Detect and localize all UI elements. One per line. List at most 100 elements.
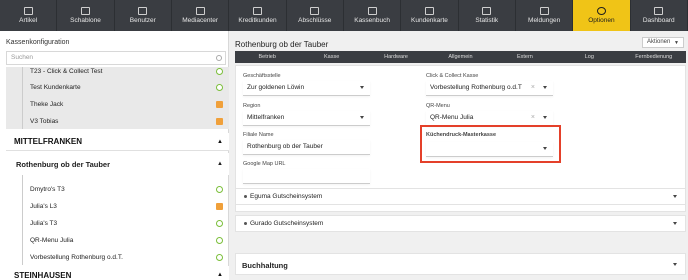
- nav-item-label: Benutzer: [129, 17, 156, 24]
- list-item-label: Julia's L3: [30, 202, 57, 210]
- list-item-label: Vorbestellung Rothenburg o.d.T.: [30, 253, 123, 261]
- nav-item-abschl-sse[interactable]: Abschlüsse: [287, 0, 344, 31]
- nav-item-label: Statistik: [475, 17, 499, 24]
- tab-kasse[interactable]: Kasse: [299, 51, 363, 63]
- report-icon: [310, 7, 320, 15]
- qr-menu-label: QR-Menu: [426, 103, 450, 109]
- click-collect-label: Click & Collect Kasse: [426, 73, 479, 79]
- filiale-name-input[interactable]: Rothenburg ob der Tauber: [243, 140, 370, 155]
- click-collect-value: Vorbestellung Rothenburg o.d.T: [430, 84, 522, 91]
- list-item-label: QR-Menu Julia: [30, 236, 74, 244]
- nav-item-optionen[interactable]: Optionen: [573, 0, 631, 31]
- nav-item-schablone[interactable]: Schablone: [57, 0, 115, 31]
- filiale-name-label: Filiale Name: [243, 132, 274, 138]
- chevron-down-icon: [673, 222, 677, 225]
- bullet-icon: [244, 195, 247, 198]
- sidebar-title: Kassenkonfiguration: [6, 39, 70, 46]
- caret-up-icon: ▲: [217, 272, 223, 278]
- nav-item-label: Abschlüsse: [298, 17, 332, 24]
- status-circle-icon: [216, 253, 223, 261]
- page-title: Rothenburg ob der Tauber: [235, 40, 329, 49]
- list-item[interactable]: Vorbestellung Rothenburg o.d.T.: [0, 247, 229, 267]
- tab-hardware[interactable]: Hardware: [364, 51, 428, 63]
- nav-item-kassenbuch[interactable]: Kassenbuch: [344, 0, 402, 31]
- nav-item-kundenkarte[interactable]: Kundenkarte: [401, 0, 459, 31]
- nav-item-label: Kundenkarte: [411, 17, 448, 24]
- message-icon: [539, 7, 549, 15]
- clear-icon[interactable]: ×: [531, 111, 535, 125]
- list-item-label: Julia's T3: [30, 219, 58, 227]
- tab-bar: Betrieb Kasse Hardware Allgemein Extern …: [235, 51, 686, 63]
- tab-allgemein[interactable]: Allgemein: [428, 51, 492, 63]
- tag-icon: [23, 7, 33, 15]
- buchhaltung-section[interactable]: Buchhaltung: [235, 253, 686, 275]
- nav-item-label: Schablone: [70, 17, 101, 24]
- card-icon: [424, 7, 434, 15]
- filiale-name-value: Rothenburg ob der Tauber: [247, 143, 323, 150]
- clear-icon[interactable]: ×: [531, 81, 535, 95]
- sidebar-item-location[interactable]: Rothenburg ob der Tauber ▲: [0, 153, 229, 175]
- tab-log[interactable]: Log: [557, 51, 621, 63]
- users-icon: [138, 7, 148, 15]
- status-circle-icon: [216, 236, 223, 244]
- region-value: Mittelfranken: [247, 114, 285, 121]
- monitor-icon: [654, 7, 664, 15]
- location-label: Rothenburg ob der Tauber: [16, 159, 111, 169]
- nav-item-meldungen[interactable]: Meldungen: [516, 0, 574, 31]
- list-item-label: Theke Jack: [30, 100, 64, 108]
- google-map-label: Google Map URL: [243, 161, 286, 167]
- tab-extern[interactable]: Extern: [493, 51, 557, 63]
- caret-up-icon: ▲: [217, 161, 223, 167]
- region-select[interactable]: Mittelfranken: [243, 111, 370, 126]
- click-collect-select[interactable]: Vorbestellung Rothenburg o.d.T ×: [426, 81, 553, 96]
- status-square-icon: [216, 117, 223, 125]
- top-nav: Artikel Schablone Benutzer Mediacenter Kredi…: [0, 0, 688, 31]
- geschaeftsstelle-select[interactable]: Zur goldenen Löwin: [243, 81, 370, 96]
- nav-item-kreditkunden[interactable]: Kreditkunden: [229, 0, 287, 31]
- list-item-label: V3 Tobias: [30, 117, 59, 125]
- chevron-down-icon: [543, 116, 547, 119]
- tab-fernbedienung[interactable]: Fernbedienung: [622, 51, 686, 63]
- section-label: Buchhaltung: [242, 261, 288, 270]
- nav-item-label: Meldungen: [528, 17, 561, 24]
- nav-item-dashboard[interactable]: Dashboard: [631, 0, 688, 31]
- gear-icon: [596, 7, 606, 15]
- status-circle-icon: [216, 83, 223, 91]
- tree: T23 - Click & Collect Test Test Kundenka…: [0, 67, 229, 280]
- nav-item-artikel[interactable]: Artikel: [0, 0, 58, 31]
- eguma-collapsible[interactable]: Eguma Gutscheinsystem: [235, 188, 686, 205]
- main-panel: Rothenburg ob der Tauber Aktionen ▼ Betr…: [231, 31, 688, 280]
- geschaeftsstelle-value: Zur goldenen Löwin: [247, 84, 305, 91]
- status-square-icon: [216, 202, 223, 210]
- nav-item-mediacenter[interactable]: Mediacenter: [172, 0, 230, 31]
- chart-icon: [482, 7, 492, 15]
- chevron-down-icon: [543, 86, 547, 89]
- group-heading-steinhausen[interactable]: STEINHAUSEN ▲: [6, 266, 229, 280]
- list-item-label: Dmytro's T3: [30, 185, 65, 193]
- search-placeholder: Suchen: [11, 54, 34, 61]
- search-icon: [216, 55, 222, 61]
- chevron-down-icon: [360, 116, 364, 119]
- credit-card-icon: [252, 7, 262, 15]
- qr-menu-select[interactable]: QR-Menu Julia ×: [426, 111, 553, 126]
- status-circle-icon: [216, 67, 223, 75]
- nav-item-statistik[interactable]: Statistik: [459, 0, 516, 31]
- bullet-icon: [244, 222, 247, 225]
- template-icon: [80, 7, 90, 15]
- aktionen-dropdown[interactable]: Aktionen ▼: [642, 37, 684, 48]
- highlight-box: [420, 125, 561, 163]
- collapsible-label: Eguma Gutscheinsystem: [250, 193, 323, 200]
- sidebar: Kassenkonfiguration Suchen T23 - Click &…: [0, 31, 229, 280]
- list-item[interactable]: V3 Tobias: [0, 111, 229, 131]
- qr-menu-value: QR-Menu Julia: [430, 114, 474, 121]
- image-icon: [195, 7, 205, 15]
- tab-betrieb[interactable]: Betrieb: [235, 51, 299, 63]
- nav-item-benutzer[interactable]: Benutzer: [115, 0, 172, 31]
- group-heading-mittelfranken[interactable]: MITTELFRANKEN ▲: [6, 133, 229, 151]
- region-label: Region: [243, 103, 261, 109]
- search-input[interactable]: Suchen: [6, 51, 226, 65]
- gurado-collapsible[interactable]: Gurado Gutscheinsystem: [235, 215, 686, 232]
- chevron-down-icon: [673, 195, 677, 198]
- caret-up-icon: ▲: [217, 138, 223, 145]
- google-map-input[interactable]: [243, 169, 370, 184]
